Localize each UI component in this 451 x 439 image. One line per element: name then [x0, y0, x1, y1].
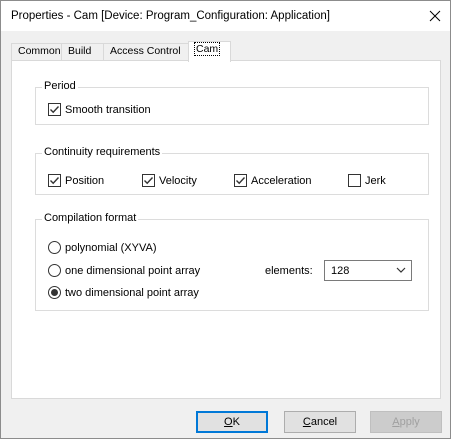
- tab-label: Build: [68, 45, 92, 57]
- velocity-checkbox[interactable]: Velocity: [142, 174, 197, 187]
- one-dimensional-radio[interactable]: one dimensional point array: [48, 264, 200, 277]
- checkbox-label: Acceleration: [251, 174, 312, 187]
- compilation-group-title: Compilation format: [42, 212, 139, 224]
- tab-build[interactable]: Build: [61, 43, 104, 60]
- smooth-transition-checkbox[interactable]: Smooth transition: [48, 103, 151, 116]
- checkmark-icon: [236, 177, 246, 185]
- radio-circle: [48, 264, 61, 277]
- continuity-group-title: Continuity requirements: [42, 146, 163, 158]
- checkbox-box: [234, 174, 247, 187]
- close-button[interactable]: [420, 1, 450, 31]
- tab-label: Common: [18, 45, 61, 57]
- tab-label: Access Control: [110, 45, 181, 57]
- cancel-label: Cancel: [302, 416, 338, 428]
- ok-button[interactable]: OK: [196, 411, 268, 433]
- checkmark-icon: [144, 177, 154, 185]
- jerk-checkbox[interactable]: Jerk: [348, 174, 386, 187]
- polynomial-radio[interactable]: polynomial (XYVA): [48, 241, 157, 254]
- tab-label: Cam: [193, 42, 221, 56]
- tab-cam[interactable]: Cam: [188, 41, 231, 62]
- tab-access-control[interactable]: Access Control: [103, 43, 189, 60]
- close-icon: [429, 10, 441, 22]
- elements-dropdown[interactable]: 128: [324, 260, 412, 281]
- position-checkbox[interactable]: Position: [48, 174, 104, 187]
- period-group: Period Smooth transition: [35, 80, 429, 125]
- checkbox-box: [48, 174, 61, 187]
- two-dimensional-radio[interactable]: two dimensional point array: [48, 286, 199, 299]
- radio-dot: [51, 289, 58, 296]
- radio-label: polynomial (XYVA): [65, 241, 157, 254]
- checkbox-box: [142, 174, 155, 187]
- cam-tab-page: Period Smooth transition Continuity requ…: [11, 60, 441, 399]
- checkbox-box: [348, 174, 361, 187]
- apply-button[interactable]: Apply: [370, 411, 442, 433]
- ok-label: OK: [224, 416, 240, 428]
- checkbox-label: Smooth transition: [65, 103, 151, 116]
- elements-label: elements:: [265, 265, 313, 277]
- cancel-button[interactable]: Cancel: [284, 411, 356, 433]
- window-title: Properties - Cam [Device: Program_Config…: [11, 10, 330, 22]
- radio-circle: [48, 286, 61, 299]
- properties-dialog: Properties - Cam [Device: Program_Config…: [0, 0, 451, 439]
- apply-label: Apply: [392, 416, 420, 428]
- radio-label: one dimensional point array: [65, 264, 201, 277]
- acceleration-checkbox[interactable]: Acceleration: [234, 174, 312, 187]
- radio-circle: [48, 241, 61, 254]
- checkmark-icon: [50, 177, 60, 185]
- checkbox-label: Position: [65, 174, 105, 187]
- title-bar[interactable]: Properties - Cam [Device: Program_Config…: [1, 1, 450, 31]
- checkbox-box: [48, 103, 61, 116]
- checkbox-label: Velocity: [159, 174, 197, 187]
- checkmark-icon: [50, 106, 60, 114]
- compilation-group: Compilation format polynomial (XYVA) one…: [35, 212, 429, 311]
- period-group-title: Period: [42, 80, 78, 92]
- chevron-down-icon: [396, 267, 406, 273]
- checkbox-label: Jerk: [365, 174, 386, 187]
- continuity-group: Continuity requirements Position Velocit…: [35, 146, 429, 195]
- dropdown-arrow: [396, 265, 406, 278]
- elements-value: 128: [331, 265, 350, 277]
- tab-common[interactable]: Common: [11, 43, 62, 60]
- radio-label: two dimensional point array: [65, 286, 199, 299]
